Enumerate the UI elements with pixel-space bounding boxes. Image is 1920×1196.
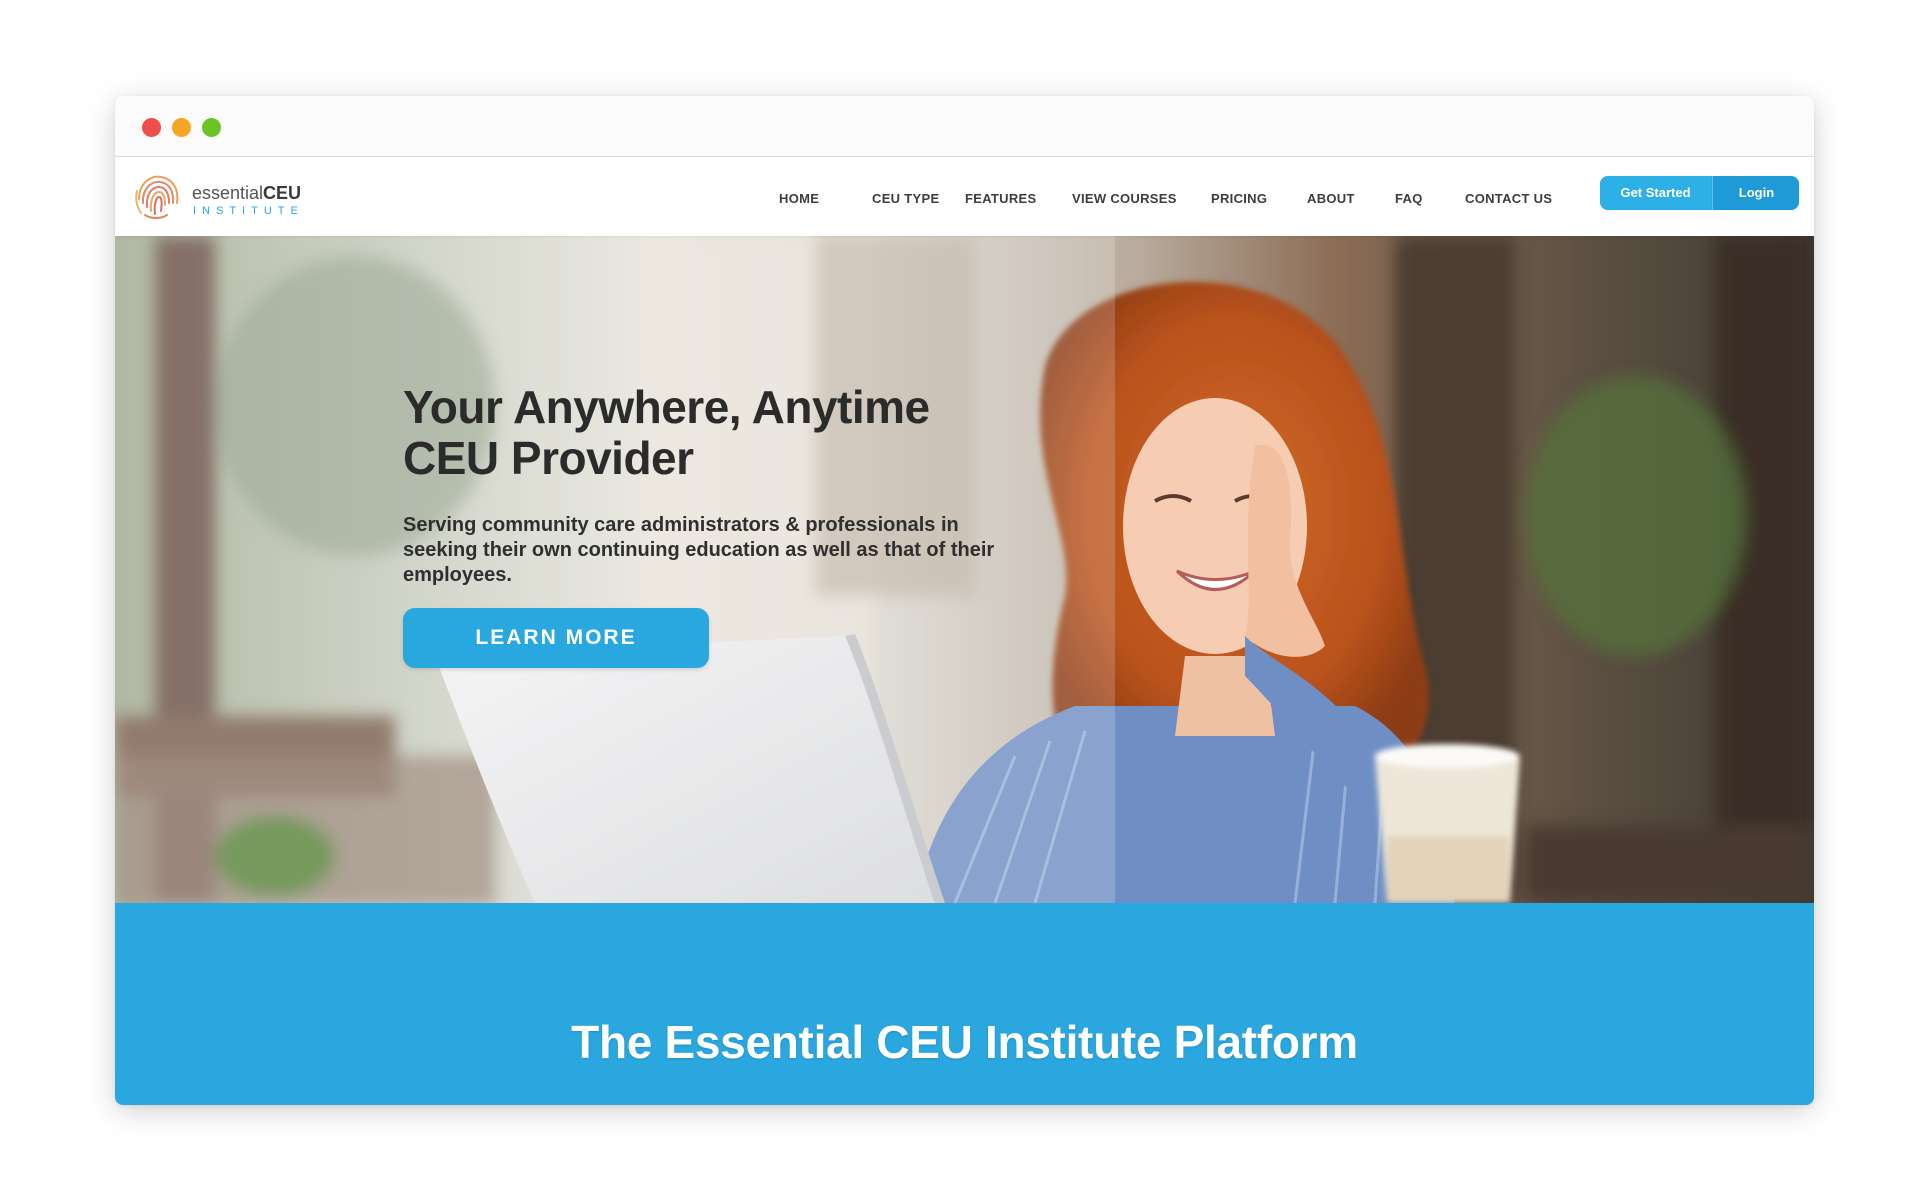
hero-title-line-1: Your Anywhere, Anytime	[403, 380, 930, 433]
nav-item-contact-us[interactable]: CONTACT US	[1465, 191, 1552, 206]
nav-item-home[interactable]: HOME	[779, 191, 819, 206]
nav-item-about[interactable]: ABOUT	[1307, 191, 1355, 206]
learn-more-button[interactable]: LEARN MORE	[403, 608, 709, 668]
hero-title: Your Anywhere, Anytime CEU Provider	[403, 380, 1123, 484]
nav-item-ceu-type[interactable]: CEU TYPE	[872, 191, 939, 206]
hero-section: Your Anywhere, Anytime CEU Provider Serv…	[115, 236, 1814, 903]
nav-item-faq[interactable]: FAQ	[1395, 191, 1423, 206]
get-started-button[interactable]: Get Started	[1600, 176, 1711, 210]
browser-window: essentialCEU INSTITUTE HOME CEU TYPE FEA…	[115, 96, 1814, 1105]
site-header: essentialCEU INSTITUTE HOME CEU TYPE FEA…	[115, 157, 1814, 236]
auth-button-group: Get Started Login	[1600, 176, 1799, 210]
window-titlebar	[115, 96, 1814, 157]
maximize-window-button[interactable]	[202, 118, 221, 137]
close-window-button[interactable]	[142, 118, 161, 137]
login-button[interactable]: Login	[1712, 176, 1799, 210]
hero-subtitle: Serving community care administrators & …	[403, 514, 995, 586]
hero-title-line-2: CEU Provider	[403, 431, 694, 484]
minimize-window-button[interactable]	[172, 118, 191, 137]
platform-section: The Essential CEU Institute Platform	[115, 903, 1814, 1105]
nav-item-pricing[interactable]: PRICING	[1211, 191, 1267, 206]
nav-item-view-courses[interactable]: VIEW COURSES	[1072, 191, 1177, 206]
main-nav: HOME CEU TYPE FEATURES VIEW COURSES PRIC…	[115, 157, 1814, 236]
platform-section-title: The Essential CEU Institute Platform	[571, 1016, 1358, 1069]
nav-item-features[interactable]: FEATURES	[965, 191, 1037, 206]
